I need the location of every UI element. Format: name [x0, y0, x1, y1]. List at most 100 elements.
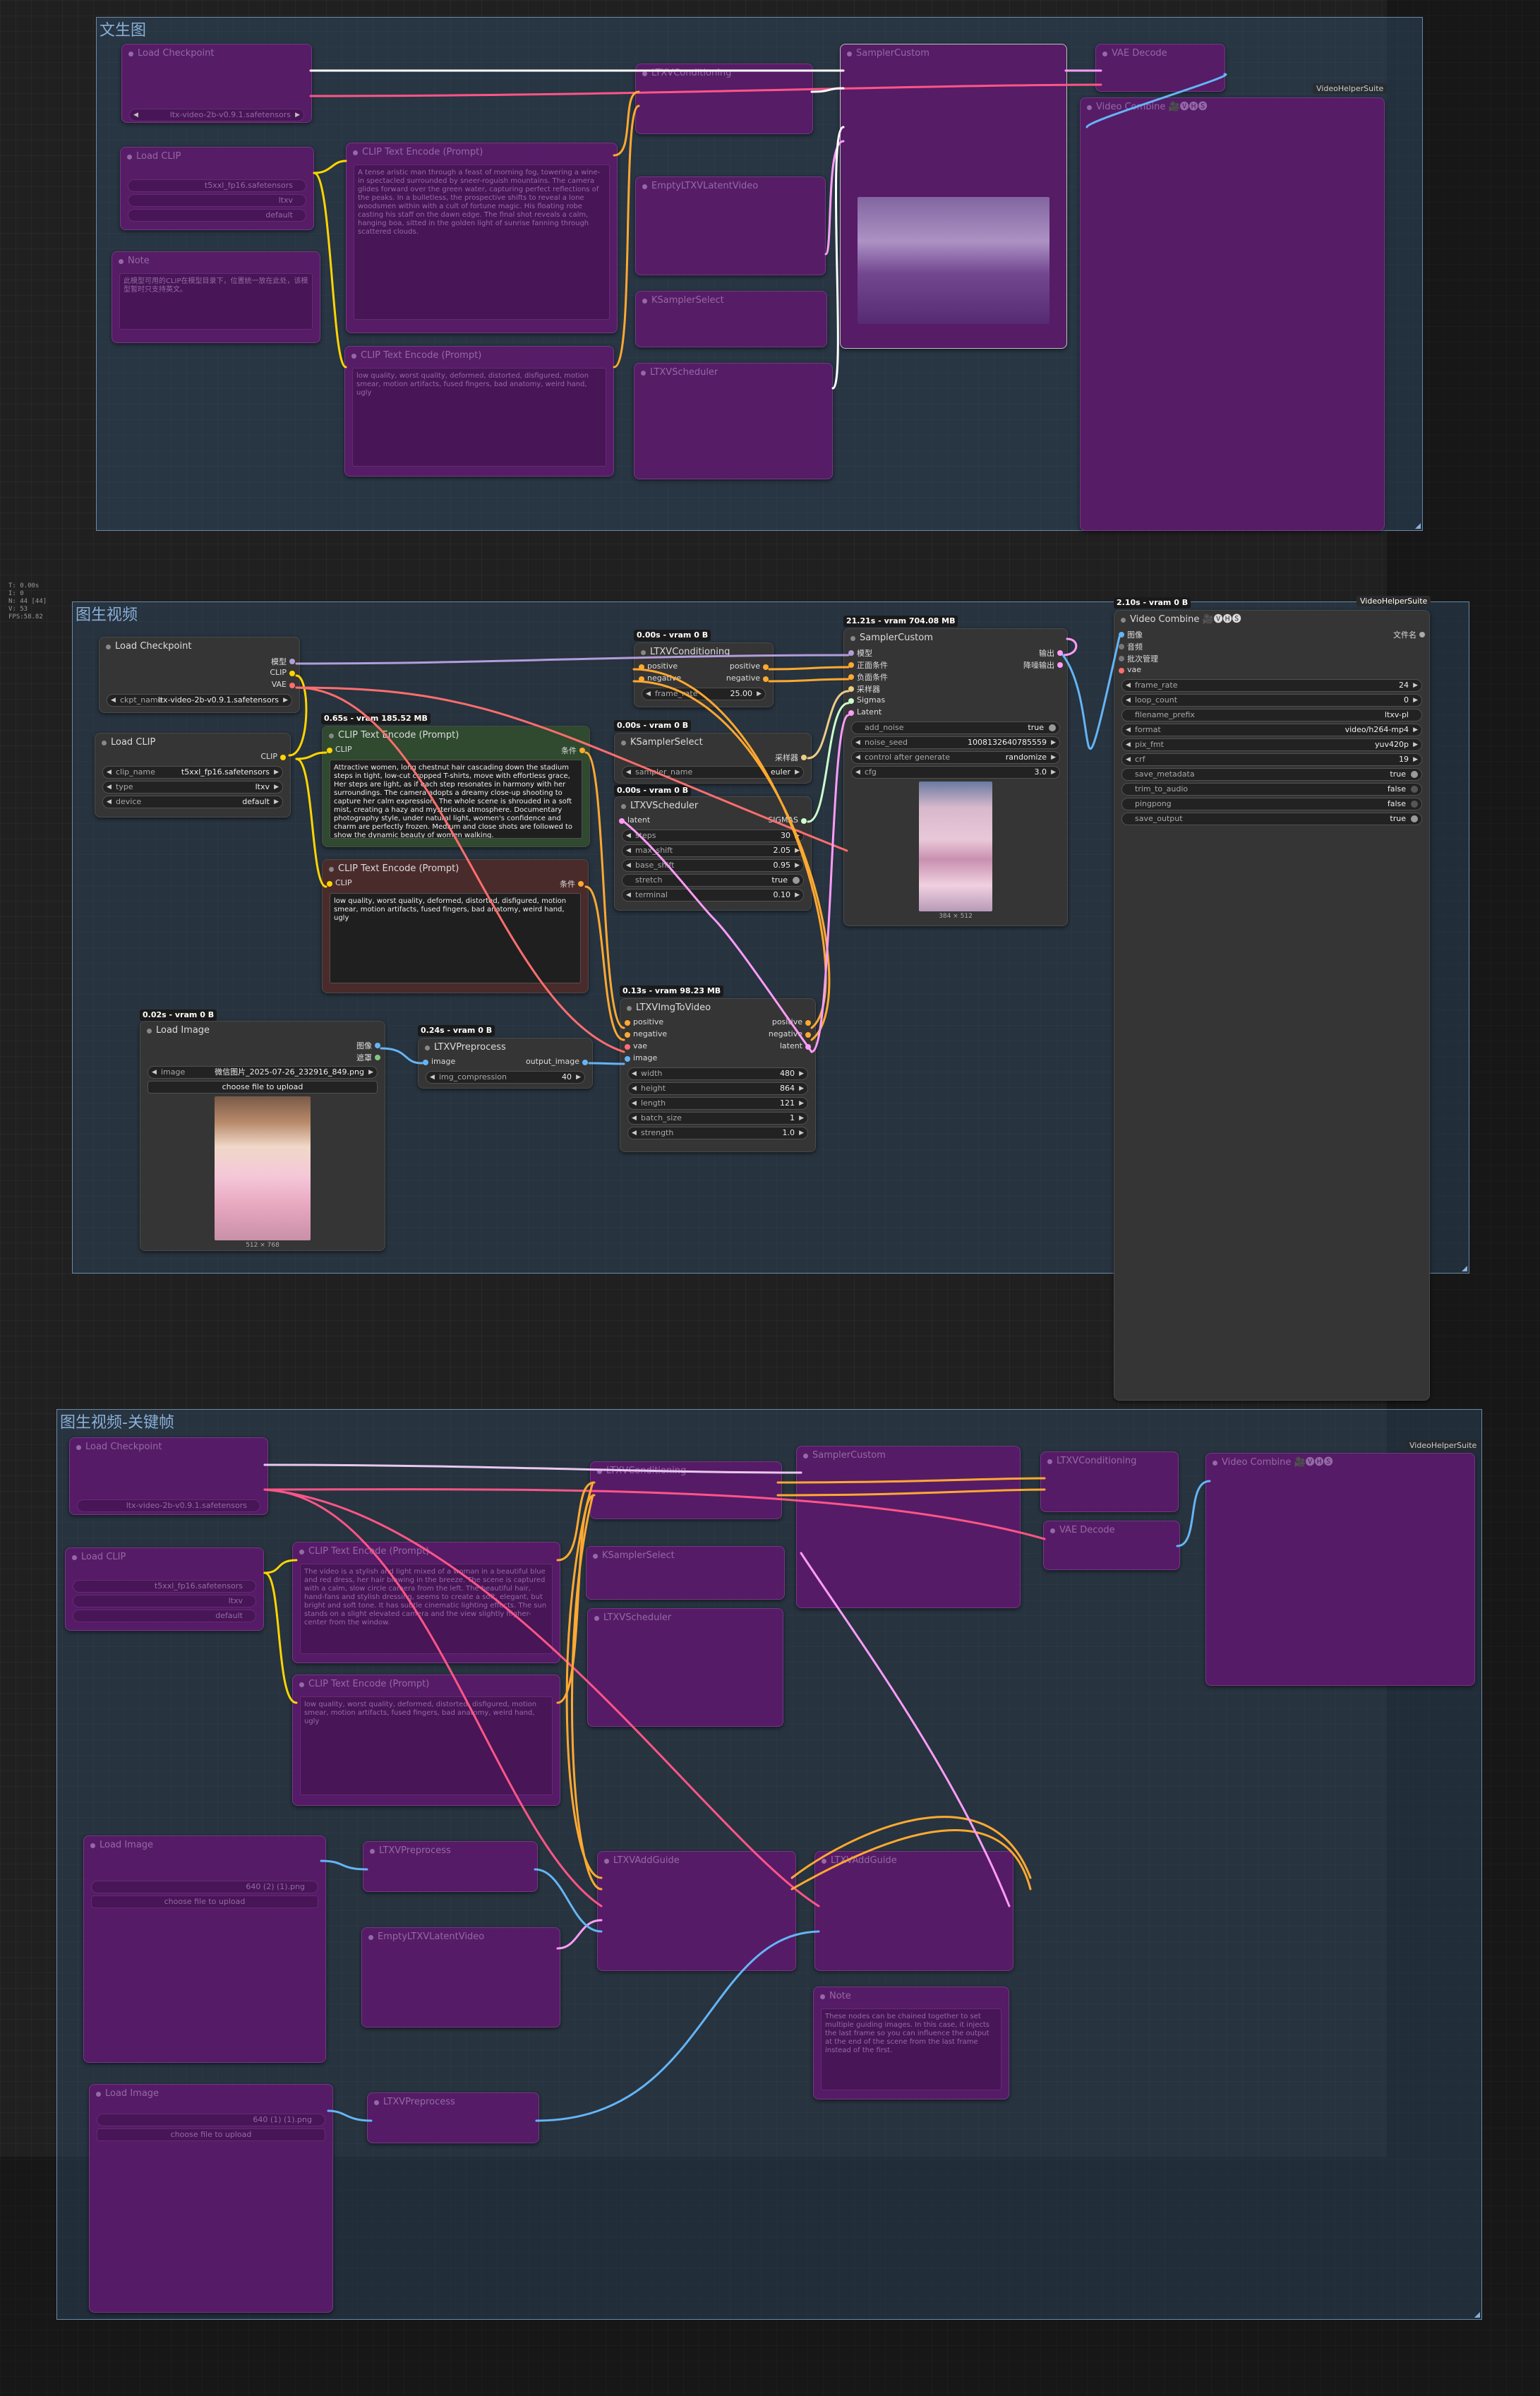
node-title[interactable]: CLIP Text Encode (Prompt): [345, 347, 613, 365]
trim-to-audio-toggle[interactable]: trim_to_audio false: [1121, 783, 1422, 796]
node-title[interactable]: LTXVPreprocess: [363, 1842, 537, 1860]
port-vae[interactable]: vae: [1114, 665, 1429, 677]
node-title[interactable]: Video Combine 🎥🅥🅗🅢: [1206, 1454, 1474, 1472]
node-note[interactable]: Note 此模型可用的CLIP在模型目录下，位置统一放在此处，该模型暂时只支持英…: [112, 251, 320, 343]
node-ksampler-select[interactable]: KSamplerSelect: [635, 291, 827, 347]
clip-name-widget[interactable]: t5xxl_fp16.safetensors: [73, 1580, 256, 1593]
node-clip-text-negative[interactable]: CLIP Text Encode (Prompt) low quality, w…: [344, 346, 614, 477]
node-title[interactable]: SamplerCustom: [797, 1446, 1020, 1465]
node-title[interactable]: LTXVImgToVideo: [620, 999, 815, 1017]
node-ltxv-preprocess-a[interactable]: LTXVPreprocess: [363, 1841, 538, 1892]
node-conditioning-b[interactable]: LTXVConditioning: [1040, 1451, 1179, 1512]
device-select[interactable]: ◀ device default ▶: [102, 796, 283, 808]
node-empty-latent[interactable]: EmptyLTXVLatentVideo: [361, 1927, 560, 2027]
node-clip-text-negative[interactable]: CLIP Text Encode (Prompt) low quality, w…: [292, 1675, 560, 1806]
device-widget[interactable]: default: [73, 1610, 256, 1622]
node-title[interactable]: CLIP Text Encode (Prompt): [323, 860, 588, 878]
node-title[interactable]: Load CLIP: [95, 733, 290, 752]
node-title[interactable]: CLIP Text Encode (Prompt): [293, 1543, 560, 1561]
base-shift-number[interactable]: ◀ base_shift 0.95 ▶: [622, 859, 804, 872]
max-shift-number[interactable]: ◀ max_shift 2.05 ▶: [622, 844, 804, 857]
node-load-checkpoint[interactable]: Load Checkpoint 模型 CLIP VAE ◀ ckpt_name lt…: [99, 637, 300, 713]
node-note[interactable]: Note These nodes can be chained together…: [813, 1987, 1009, 2100]
node-title[interactable]: Note: [814, 1987, 1009, 2006]
port-batch-manager[interactable]: 批次管理: [1114, 653, 1429, 665]
type-select[interactable]: ◀ type ltxv ▶: [102, 781, 283, 793]
strength-number[interactable]: ◀ strength 1.0 ▶: [627, 1127, 808, 1139]
port-latent-sigmas[interactable]: latent SIGMAS: [615, 815, 811, 827]
node-ltxv-conditioning[interactable]: LTXVConditioning positive positive negati…: [634, 642, 774, 707]
node-ltxv-preprocess[interactable]: LTXVPreprocess image output_image ◀ img_co…: [418, 1038, 593, 1089]
node-title[interactable]: Video Combine 🎥🅥🅗🅢: [1114, 611, 1429, 629]
node-title[interactable]: LTXVScheduler: [588, 1609, 783, 1627]
sampler-name-select[interactable]: ◀ sampler_name euler ▶: [622, 766, 804, 779]
node-title[interactable]: CLIP Text Encode (Prompt): [293, 1675, 560, 1694]
frame-rate-number[interactable]: ◀ frame_rate 24 ▶: [1121, 679, 1422, 692]
node-title[interactable]: LTXVAddGuide: [815, 1852, 1013, 1870]
pingpong-toggle[interactable]: pingpong false: [1121, 798, 1422, 810]
positive-prompt-textarea[interactable]: Attractive women, long chestnut hair cas…: [330, 760, 582, 839]
group-resize-handle[interactable]: [1462, 1266, 1467, 1271]
upload-button[interactable]: choose file to upload: [91, 1895, 318, 1908]
node-clip-text-positive[interactable]: CLIP Text Encode (Prompt) CLIP 条件 Attract…: [322, 726, 590, 847]
node-title[interactable]: Load Checkpoint: [70, 1438, 267, 1456]
node-clip-text-positive[interactable]: CLIP Text Encode (Prompt) A tense aristi…: [346, 143, 618, 333]
node-title[interactable]: LTXVScheduler: [615, 797, 811, 815]
group-title[interactable]: 文生图: [100, 18, 146, 40]
node-video-combine[interactable]: Video Combine 🎥🅥🅗🅢: [1080, 97, 1385, 531]
height-number[interactable]: ◀ height 864 ▶: [627, 1082, 808, 1095]
group-title[interactable]: 图生视频-关键帧: [60, 1410, 174, 1432]
node-title[interactable]: SamplerCustom: [841, 44, 1066, 63]
port-image[interactable]: image: [620, 1053, 815, 1065]
node-load-clip[interactable]: Load CLIP t5xxl_fp16.safetensors ltxv de…: [120, 147, 314, 230]
node-title[interactable]: LTXVAddGuide: [598, 1852, 795, 1870]
image-select[interactable]: 640 (1) (1).png: [97, 2114, 325, 2126]
img-compression-number[interactable]: ◀ img_compression 40 ▶: [426, 1071, 585, 1084]
group-resize-handle[interactable]: [1415, 523, 1421, 529]
prompt-text[interactable]: low quality, worst quality, deformed, di…: [352, 368, 606, 467]
node-title[interactable]: LTXVConditioning: [634, 643, 773, 661]
group-title[interactable]: 图生视频: [76, 602, 138, 625]
node-title[interactable]: Load CLIP: [66, 1548, 263, 1567]
node-ltxv-scheduler[interactable]: LTXVScheduler latent SIGMAS ◀ steps 30 ▶ ◀ ma…: [614, 796, 812, 911]
output-mask[interactable]: 遮罩: [140, 1052, 385, 1064]
node-load-checkpoint[interactable]: Load Checkpoint ◀ ltx-video-2b-v0.9.1.saf…: [121, 44, 312, 123]
output-clip[interactable]: CLIP: [100, 668, 299, 680]
terminal-number[interactable]: ◀ terminal 0.10 ▶: [622, 889, 804, 902]
node-conditioning[interactable]: LTXVConditioning: [590, 1461, 782, 1519]
image-select[interactable]: 640 (2) (1).png: [91, 1881, 318, 1893]
frame-rate-number[interactable]: ◀ frame_rate 25.00 ▶: [642, 688, 766, 700]
group-resize-handle[interactable]: [1474, 2312, 1480, 2318]
node-clip-text-positive[interactable]: CLIP Text Encode (Prompt) The video is a…: [292, 1542, 560, 1663]
node-vae-decode[interactable]: VAE Decode: [1043, 1521, 1180, 1570]
node-load-checkpoint[interactable]: Load Checkpoint ltx-video-2b-v0.9.1.safe…: [69, 1437, 268, 1515]
node-title[interactable]: Load CLIP: [121, 148, 313, 166]
port-sigmas[interactable]: Sigmas: [844, 695, 1067, 707]
node-ltxv-img-to-video[interactable]: LTXVImgToVideo positive positive negative…: [620, 998, 816, 1152]
node-clip-text-negative[interactable]: CLIP Text Encode (Prompt) CLIP 条件 low qua…: [322, 859, 589, 993]
node-title[interactable]: VAE Decode: [1096, 44, 1225, 63]
prompt-text[interactable]: low quality, worst quality, deformed, di…: [300, 1696, 553, 1795]
node-title[interactable]: KSamplerSelect: [636, 292, 826, 310]
node-video-combine[interactable]: Video Combine 🎥🅥🅗🅢 图像 文件名 音频 批次管理 vae ◀ fr…: [1114, 610, 1430, 1401]
prompt-text[interactable]: A tense aristic man through a feast of m…: [354, 164, 610, 320]
port-negative[interactable]: 负面条件: [844, 671, 1067, 683]
note-text[interactable]: These nodes can be chained together to s…: [821, 2008, 1001, 2090]
node-title[interactable]: LTXVConditioning: [636, 64, 812, 83]
note-text[interactable]: 此模型可用的CLIP在模型目录下，位置统一放在此处，该模型暂时只支持英文。: [119, 273, 313, 330]
node-sampler-custom[interactable]: SamplerCustom 模型 输出 正面条件 降噪输出 负面条件 采样器 Sig…: [843, 628, 1068, 926]
ckpt-name-select[interactable]: ◀ ckpt_name ltx-video-2b-v0.9.1.safetensor…: [107, 694, 292, 707]
output-model[interactable]: 模型: [100, 656, 299, 668]
format-select[interactable]: ◀ format video/h264-mp4 ▶: [1121, 724, 1422, 736]
node-conditioning[interactable]: LTXVConditioning: [635, 64, 813, 134]
node-load-image-last[interactable]: Load Image 640 (1) (1).png choose file t…: [89, 2084, 333, 2313]
clip-name-widget[interactable]: t5xxl_fp16.safetensors: [128, 179, 306, 192]
ckpt-name-widget[interactable]: ltx-video-2b-v0.9.1.safetensors: [77, 1499, 260, 1512]
node-vae-decode[interactable]: VAE Decode: [1095, 44, 1225, 92]
port-image[interactable]: image output_image: [419, 1057, 592, 1069]
steps-number[interactable]: ◀ steps 30 ▶: [622, 829, 804, 842]
node-title[interactable]: LTXVConditioning: [1041, 1452, 1178, 1470]
width-number[interactable]: ◀ width 480 ▶: [627, 1067, 808, 1080]
crf-number[interactable]: ◀ crf 19 ▶: [1121, 753, 1422, 766]
node-title[interactable]: KSamplerSelect: [586, 1547, 784, 1565]
